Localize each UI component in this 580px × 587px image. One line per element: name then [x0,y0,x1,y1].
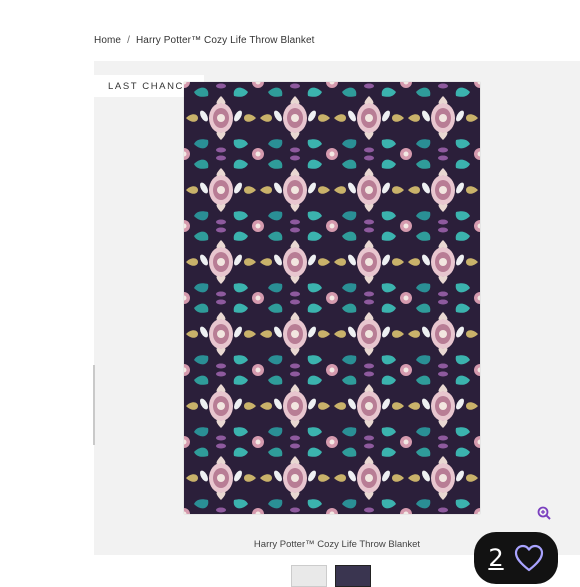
thumbnail-1[interactable] [291,565,327,587]
blanket-pattern-image [184,82,480,514]
zoom-button[interactable] [534,503,554,523]
product-image[interactable] [184,82,480,514]
heart-outline-icon [514,544,543,572]
breadcrumb-current: Harry Potter™ Cozy Life Throw Blanket [135,35,315,46]
thumbnail-2[interactable] [335,565,371,587]
breadcrumb: Home / Harry Potter™ Cozy Life Throw Bla… [94,35,315,46]
scroll-indicator [93,365,95,445]
zoom-in-icon [537,506,551,520]
breadcrumb-home-link[interactable]: Home [94,35,121,46]
thumbnail-strip [291,565,371,587]
favorite-count: 2 [488,544,504,572]
badge-label: LAST CHANCE [108,80,192,92]
favorite-button[interactable]: 2 [474,532,558,584]
product-image-gallery[interactable]: LAST CHANCE Harry Potter™ Cozy Life Thro… [94,61,580,555]
breadcrumb-separator: / [127,35,130,46]
